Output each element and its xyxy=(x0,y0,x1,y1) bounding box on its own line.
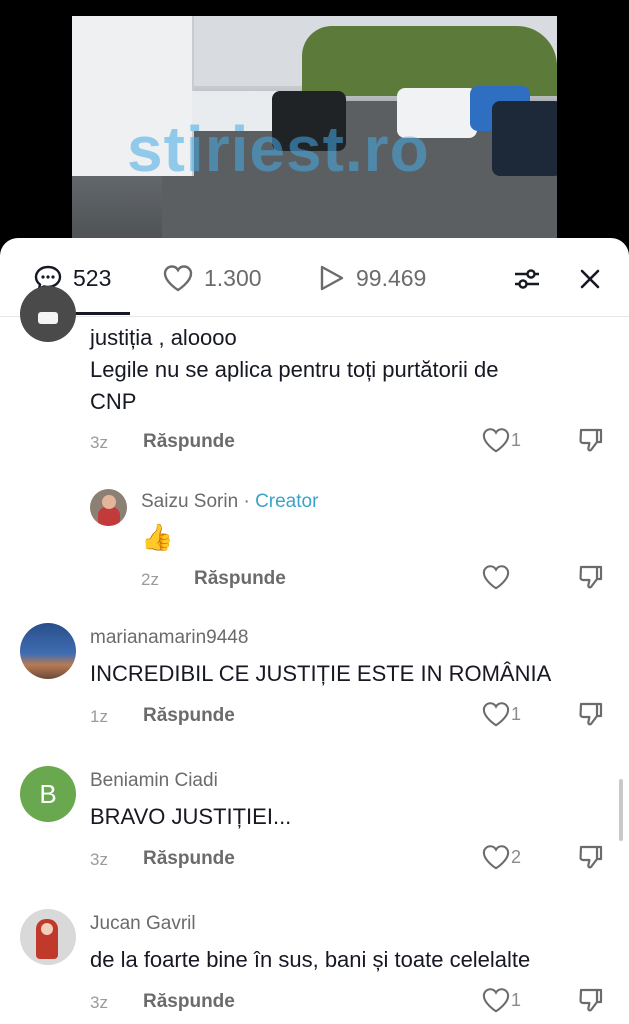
heart-icon xyxy=(482,845,510,870)
comment-time: 1z xyxy=(90,707,108,726)
reply-button[interactable]: Răspunde xyxy=(143,705,235,727)
thumb-down-icon xyxy=(579,702,603,726)
comment-text: justiția , aloooo xyxy=(90,325,237,350)
comment-time: 3z xyxy=(90,850,108,869)
comment-time: 3z xyxy=(90,993,108,1012)
dislike-button[interactable] xyxy=(577,426,605,459)
like-count: 1 xyxy=(511,989,522,1010)
creator-badge: Creator xyxy=(255,491,319,512)
thumb-down-icon xyxy=(579,988,603,1012)
reply-button[interactable]: Răspunde xyxy=(143,848,235,870)
comment-text: de la foarte bine în sus, bani și toate … xyxy=(90,947,531,972)
like-button[interactable]: 1 xyxy=(481,426,521,454)
heart-icon xyxy=(482,565,510,590)
reply-button[interactable]: Răspunde xyxy=(194,568,286,590)
video-frame[interactable]: stiriest.ro xyxy=(72,16,557,238)
reply-button[interactable]: Răspunde xyxy=(143,991,235,1013)
comment-text: Legile nu se aplica pentru toți purtător… xyxy=(90,357,499,382)
user-avatar[interactable] xyxy=(20,623,76,679)
like-count: 1 xyxy=(511,429,522,450)
reply-button[interactable]: Răspunde xyxy=(143,431,235,453)
likes-count: 1.300 xyxy=(204,264,262,291)
video-car xyxy=(492,101,557,176)
thumb-down-icon xyxy=(579,565,603,589)
sliders-icon xyxy=(515,269,539,289)
like-count: 2 xyxy=(511,846,522,867)
user-avatar[interactable] xyxy=(90,489,127,526)
filter-button[interactable] xyxy=(510,262,544,296)
like-button[interactable] xyxy=(481,563,511,591)
heart-icon xyxy=(482,702,510,727)
avatar-letter: B xyxy=(39,778,57,809)
scrollbar[interactable] xyxy=(619,779,623,841)
comment-text: INCREDIBIL CE JUSTIȚIE ESTE IN ROMÂNIA xyxy=(90,661,552,686)
comment-username[interactable]: marianamarin9448 xyxy=(90,627,248,649)
tab-likes[interactable]: 1.300 xyxy=(162,262,262,294)
user-avatar[interactable] xyxy=(20,286,76,342)
comment-username: Saizu Sorin · Creator xyxy=(141,491,318,513)
comments-sheet: 523 1.300 99.469 justiția , aloooo Legil… xyxy=(0,238,629,1024)
thumb-down-icon xyxy=(579,845,603,869)
close-button[interactable] xyxy=(573,262,607,296)
close-icon xyxy=(580,269,600,289)
heart-icon xyxy=(482,428,510,453)
user-avatar[interactable]: B xyxy=(20,766,76,822)
comment-username[interactable]: Jucan Gavril xyxy=(90,913,196,935)
comments-count: 523 xyxy=(73,264,112,291)
comment-username[interactable]: Beniamin Ciadi xyxy=(90,770,218,792)
tab-bar: 523 1.300 99.469 xyxy=(0,238,629,317)
views-count: 99.469 xyxy=(356,264,427,291)
dislike-button[interactable] xyxy=(577,843,605,876)
like-button[interactable]: 1 xyxy=(481,700,521,728)
user-avatar[interactable] xyxy=(20,909,76,965)
dislike-button[interactable] xyxy=(577,986,605,1019)
like-button[interactable]: 1 xyxy=(481,986,521,1014)
video-player[interactable]: stiriest.ro xyxy=(0,0,629,250)
dislike-button[interactable] xyxy=(577,700,605,733)
video-watermark: stiriest.ro xyxy=(127,113,430,185)
tab-views[interactable]: 99.469 xyxy=(316,262,426,294)
thumb-down-icon xyxy=(579,428,603,452)
comment-text: CNP xyxy=(90,389,137,414)
comment-time: 2z xyxy=(141,570,159,589)
play-icon xyxy=(320,265,344,291)
comment-time: 3z xyxy=(90,433,108,452)
like-button[interactable]: 2 xyxy=(481,843,521,871)
comment-text: BRAVO JUSTIȚIEI... xyxy=(90,804,292,829)
comment-emoji: 👍 xyxy=(141,522,174,552)
dislike-button[interactable] xyxy=(577,563,605,596)
separator: · xyxy=(238,491,256,512)
heart-icon xyxy=(163,265,193,292)
heart-icon xyxy=(482,988,510,1013)
like-count: 1 xyxy=(511,703,522,724)
username[interactable]: Saizu Sorin xyxy=(141,491,238,512)
